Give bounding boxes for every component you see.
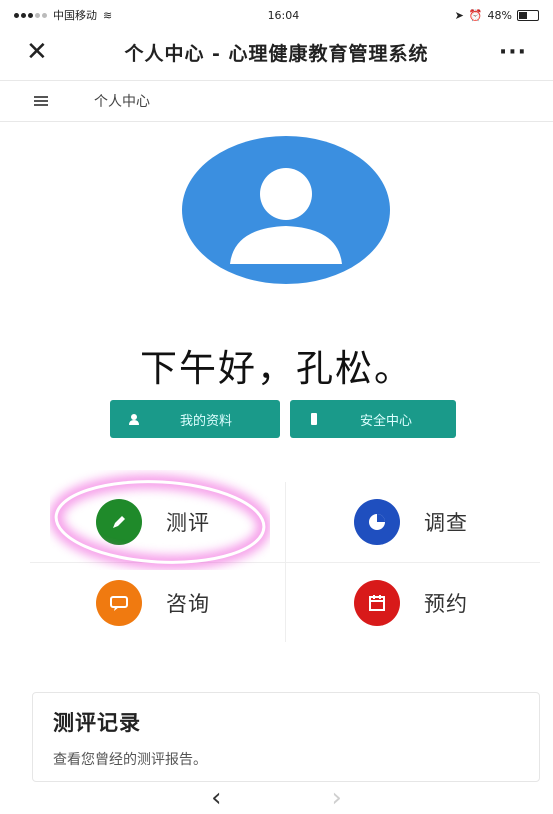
back-arrow-icon[interactable]: ‹ [211, 783, 221, 813]
carrier-label: 中国移动 [53, 9, 97, 22]
my-profile-button[interactable]: 我的资料 [110, 400, 280, 438]
nav-bar: ✕ 个人中心 - 心理健康教育管理系统 ··· [0, 30, 553, 74]
pencil-icon [96, 499, 142, 545]
consultation-button[interactable]: 咨询 [30, 562, 285, 642]
security-center-label: 安全中心 [360, 413, 413, 429]
signal-icon [14, 12, 47, 18]
calendar-icon [354, 579, 400, 626]
phone-icon [311, 413, 317, 425]
bottom-nav: ‹ › [0, 782, 553, 814]
battery-percent: 48% [487, 8, 512, 22]
status-right: ➤ ⏰ 48% [455, 9, 539, 22]
my-profile-label: 我的资料 [180, 413, 233, 429]
assessment-button[interactable]: 测评 [30, 482, 285, 562]
status-left: 中国移动 ≋ [14, 7, 112, 23]
location-icon: ➤ [454, 8, 464, 22]
status-bar: 中国移动 ≋ 16:04 ➤ ⏰ 48% [0, 0, 553, 30]
alarm-icon: ⏰ [468, 8, 483, 22]
breadcrumb-label: 个人中心 [94, 94, 150, 110]
more-icon[interactable]: ··· [487, 40, 527, 65]
page-title: 个人中心 - 心理健康教育管理系统 [124, 42, 429, 65]
security-center-button[interactable]: 安全中心 [290, 400, 456, 438]
menu-icon[interactable] [34, 96, 48, 106]
user-avatar-icon[interactable] [182, 136, 390, 284]
card-title: 测评记录 [53, 711, 141, 735]
pie-chart-icon [354, 499, 400, 545]
assessment-record-card[interactable]: 测评记录 查看您曾经的测评报告。 [32, 692, 540, 782]
consultation-label: 咨询 [166, 591, 210, 616]
card-description: 查看您曾经的测评报告。 [53, 752, 207, 768]
user-icon [129, 414, 139, 425]
battery-icon [516, 9, 539, 21]
survey-label: 调查 [424, 511, 468, 535]
action-row: 我的资料 安全中心 [0, 400, 553, 438]
breadcrumb: 个人中心 [0, 80, 553, 122]
wifi-icon: ≋ [103, 8, 113, 22]
close-icon[interactable]: ✕ [26, 37, 66, 67]
chat-icon [96, 579, 142, 626]
feature-grid: 测评 调查 咨询 预约 [30, 482, 540, 642]
greeting: 下午好，孔松。 [140, 347, 413, 390]
clock: 16:04 [267, 8, 300, 22]
survey-button[interactable]: 调查 [285, 482, 540, 562]
appointment-label: 预约 [424, 591, 468, 616]
assessment-label: 测评 [166, 511, 210, 535]
appointment-button[interactable]: 预约 [285, 562, 540, 642]
forward-arrow-icon[interactable]: › [332, 783, 342, 813]
